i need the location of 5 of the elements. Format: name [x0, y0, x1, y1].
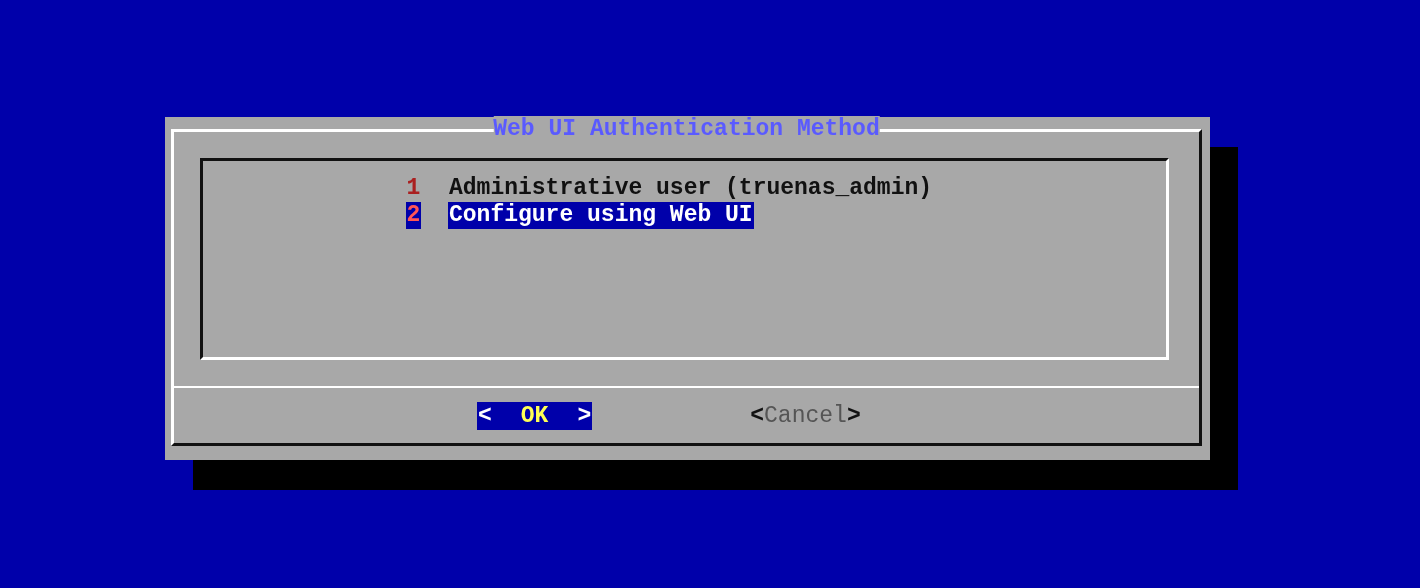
- menu-item[interactable]: Configure using Web UI: [448, 202, 754, 229]
- dialog-button[interactable]: <Cancel>: [749, 401, 862, 430]
- menu-item-tag[interactable]: 2: [406, 202, 421, 229]
- dialog-button[interactable]: < OK >: [477, 401, 593, 430]
- menu-item[interactable]: Administrative user (truenas_admin): [448, 175, 934, 202]
